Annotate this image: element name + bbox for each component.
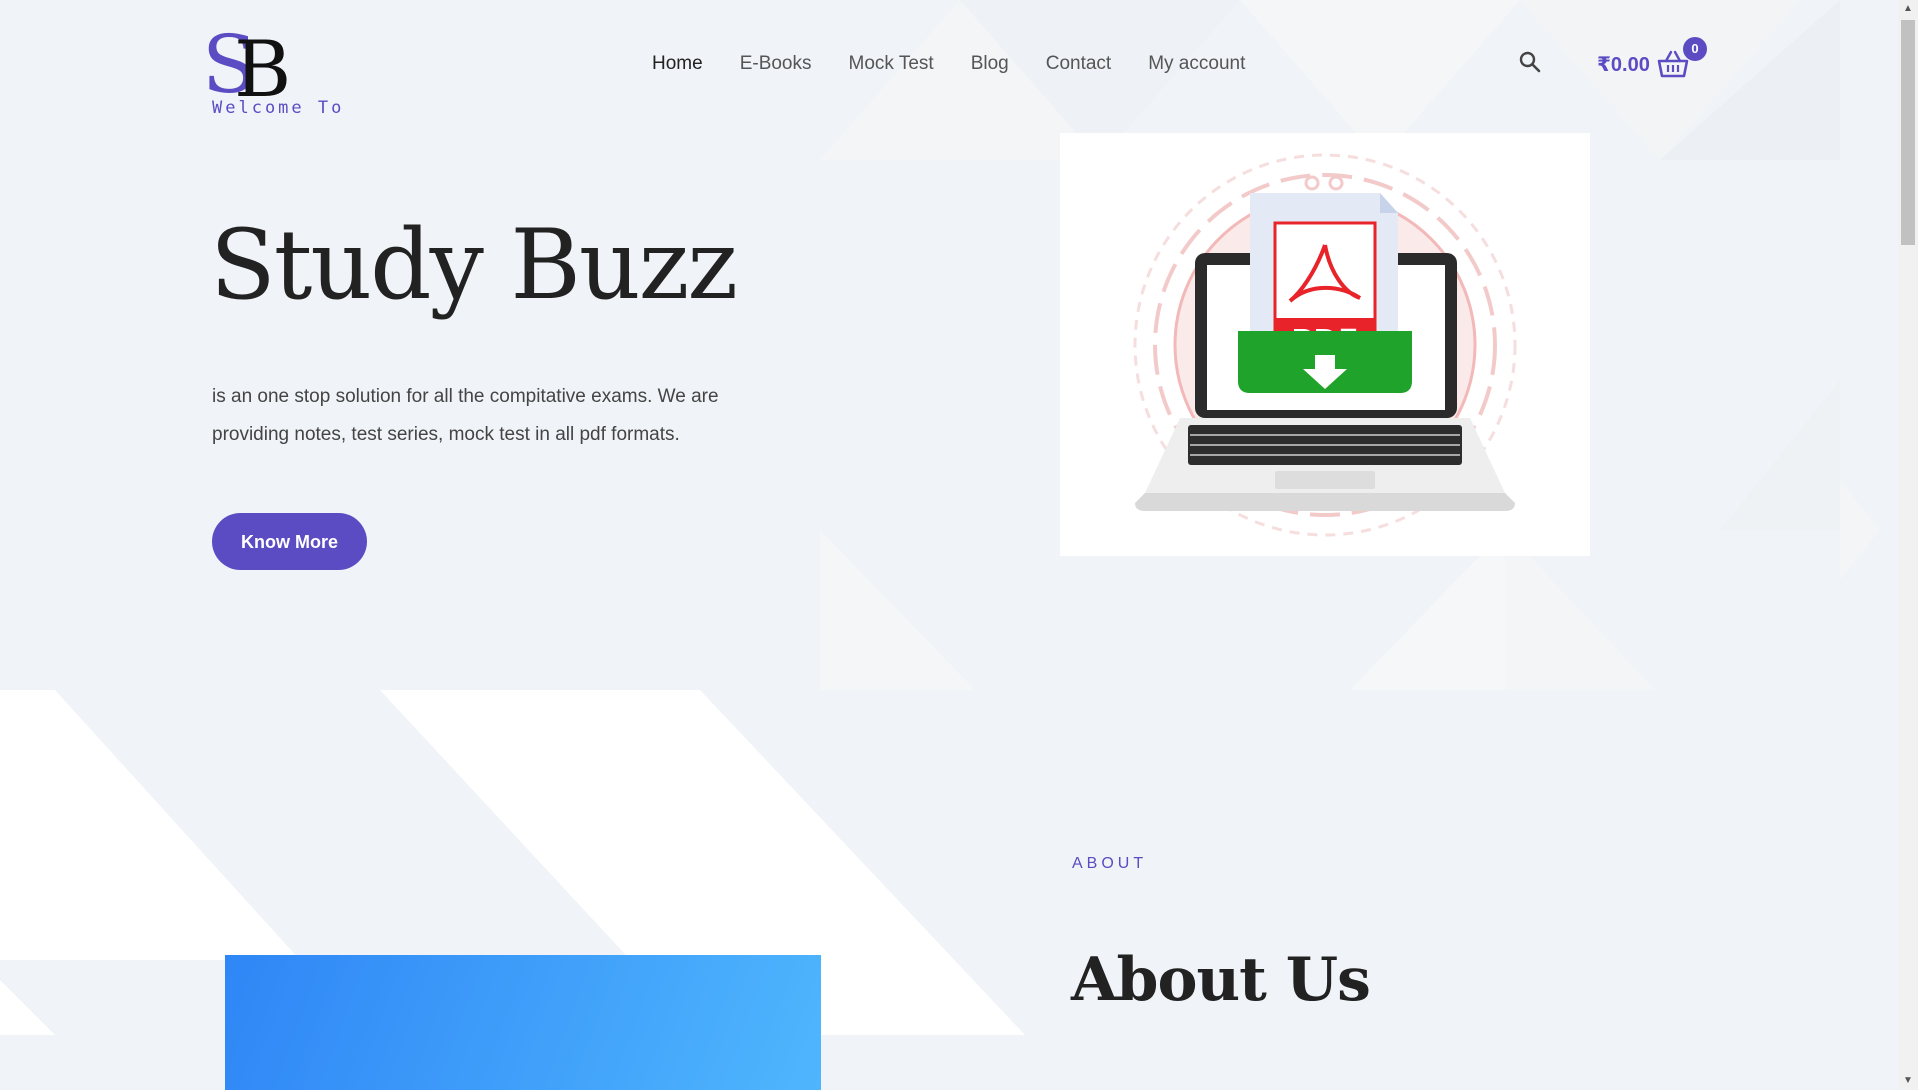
hero-image: PDF [1060, 133, 1590, 556]
logo-letter-b: B [234, 25, 291, 100]
nav-my-account[interactable]: My account [1148, 52, 1245, 76]
scroll-up-arrow-icon[interactable]: ▲ [1898, 0, 1918, 18]
cart-total[interactable]: ₹0.00 [1597, 52, 1650, 77]
know-more-button[interactable]: Know More [212, 513, 367, 570]
cart-count-badge: 0 [1683, 37, 1707, 61]
logo-caption: Welcome To [212, 98, 345, 118]
logo-monogram: S B [202, 20, 291, 100]
about-image-block [225, 955, 821, 1090]
nav-mock-test[interactable]: Mock Test [849, 52, 934, 76]
nav-contact[interactable]: Contact [1046, 52, 1111, 76]
laptop-pdf-download-illustration: PDF [1133, 153, 1517, 537]
scroll-thumb[interactable] [1901, 20, 1915, 245]
hero-description: is an one stop solution for all the comp… [212, 386, 719, 445]
scroll-down-arrow-icon[interactable]: ▼ [1898, 1072, 1918, 1090]
about-title: About Us [1071, 945, 1371, 1015]
nav-ebooks[interactable]: E-Books [740, 52, 812, 76]
about-eyebrow: ABOUT [1072, 855, 1148, 872]
main-nav: Home E-Books Mock Test Blog Contact My a… [652, 52, 1282, 76]
site-logo[interactable]: S B Welcome To [200, 20, 341, 120]
page-scrollbar[interactable]: ▲ ▼ [1898, 0, 1918, 1090]
nav-home[interactable]: Home [652, 52, 703, 76]
search-icon[interactable] [1518, 50, 1542, 74]
hero-title: Study Buzz [210, 209, 738, 321]
nav-blog[interactable]: Blog [971, 52, 1009, 76]
